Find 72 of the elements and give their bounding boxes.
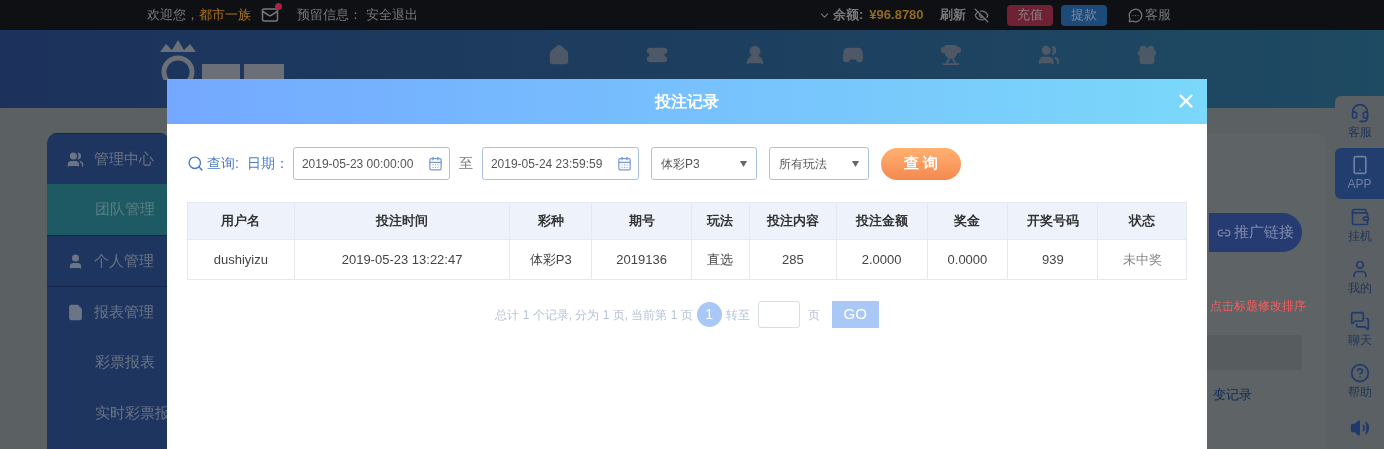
table-cell: 体彩P3 <box>510 240 593 279</box>
rail-button[interactable]: APP <box>1335 148 1384 199</box>
eye-off-icon[interactable] <box>973 7 989 23</box>
column-header: 期号 <box>592 203 692 239</box>
chat-icon[interactable] <box>1127 7 1143 23</box>
nav-icon[interactable] <box>744 44 766 66</box>
nav-icon[interactable] <box>940 44 962 66</box>
deposit-button[interactable]: 充值 <box>1006 4 1053 26</box>
to-label: 至 <box>458 154 473 173</box>
section-icon <box>67 303 84 321</box>
rail-icon <box>1349 102 1370 123</box>
caret-icon <box>851 160 859 167</box>
sort-hint: 点击标题修改排序 <box>1210 298 1306 315</box>
reserved-info-label: 预留信息： <box>297 6 362 25</box>
support-link[interactable]: 客服 <box>1144 5 1171 25</box>
balance-label: 余额: <box>833 6 864 25</box>
table-cell: 285 <box>749 240 837 279</box>
end-date-field[interactable]: 2019-05-24 23:59:59 <box>481 147 639 180</box>
section-icon <box>67 252 84 270</box>
column-header: 用户名 <box>188 203 295 239</box>
date-label: 日期： <box>246 154 289 173</box>
table-cell: 2019136 <box>592 240 692 279</box>
lottery-select[interactable]: 体彩P3 <box>650 147 757 180</box>
balance-amount: ¥96.8780 <box>869 6 924 25</box>
column-header: 奖金 <box>927 203 1009 239</box>
welcome-text: 欢迎您， <box>147 6 199 25</box>
page-unit: 页 <box>807 306 820 324</box>
sidebar-item[interactable]: 团队管理 <box>47 184 170 235</box>
column-header: 玩法 <box>692 203 750 239</box>
search-button[interactable]: 查 询 <box>880 147 961 180</box>
username-link[interactable]: 都市一族 <box>199 5 251 25</box>
rail-icon <box>1349 206 1370 227</box>
table-cell-text: 未中奖 <box>1121 250 1163 269</box>
column-header: 开奖号码 <box>1008 203 1099 239</box>
column-header: 状态 <box>1127 212 1157 231</box>
page-number[interactable]: 1 <box>696 302 722 327</box>
nav-icon[interactable] <box>548 44 570 66</box>
column-header: 投注金额 <box>836 203 928 239</box>
table-cell: 0.0000 <box>927 240 1009 279</box>
go-button[interactable]: GO <box>831 301 879 328</box>
query-label: 查询: <box>207 154 239 173</box>
table-cell: 2019-05-23 13:22:47 <box>294 240 511 279</box>
column-header: 投注内容 <box>749 203 837 239</box>
caret-icon <box>739 160 747 167</box>
logout-link[interactable]: 安全退出 <box>366 5 418 25</box>
section-icon <box>67 150 84 168</box>
rail-icon <box>1349 362 1370 383</box>
modal-title: 投注记录 <box>655 91 719 112</box>
column-header: 投注时间 <box>294 203 511 239</box>
table-cell: 直选 <box>692 240 750 279</box>
rail-icon <box>1349 310 1370 331</box>
start-date-field[interactable]: 2019-05-23 00:00:00 <box>292 147 450 180</box>
search-icon <box>187 155 204 172</box>
play-type-select[interactable]: 所有玩法 <box>768 147 869 180</box>
pagination-summary: 总计 1 个记录, 分为 1 页, 当前第 1 页 <box>495 306 693 324</box>
nav-icon[interactable] <box>1136 44 1158 66</box>
withdraw-button[interactable]: 提款 <box>1060 4 1107 26</box>
table-cell: 939 <box>1008 240 1099 279</box>
table-cell: 2.0000 <box>836 240 928 279</box>
calendar-icon[interactable] <box>616 156 632 171</box>
refresh-link[interactable]: 刷新 <box>939 5 966 25</box>
goto-label: 转至 <box>725 306 750 324</box>
record-link[interactable]: 变记录 <box>1213 387 1252 402</box>
calendar-icon[interactable] <box>427 156 443 171</box>
table-cell: dushiyizu <box>188 240 295 279</box>
column-header: 彩种 <box>510 203 593 239</box>
promo-link-button[interactable]: 推广链接 <box>1209 213 1302 252</box>
page-input[interactable] <box>757 301 800 328</box>
sidebar-item[interactable]: 彩票报表 <box>47 337 170 388</box>
nav-icon[interactable] <box>1038 44 1060 66</box>
volume-icon[interactable] <box>1349 418 1370 438</box>
mail-icon[interactable] <box>261 6 279 24</box>
